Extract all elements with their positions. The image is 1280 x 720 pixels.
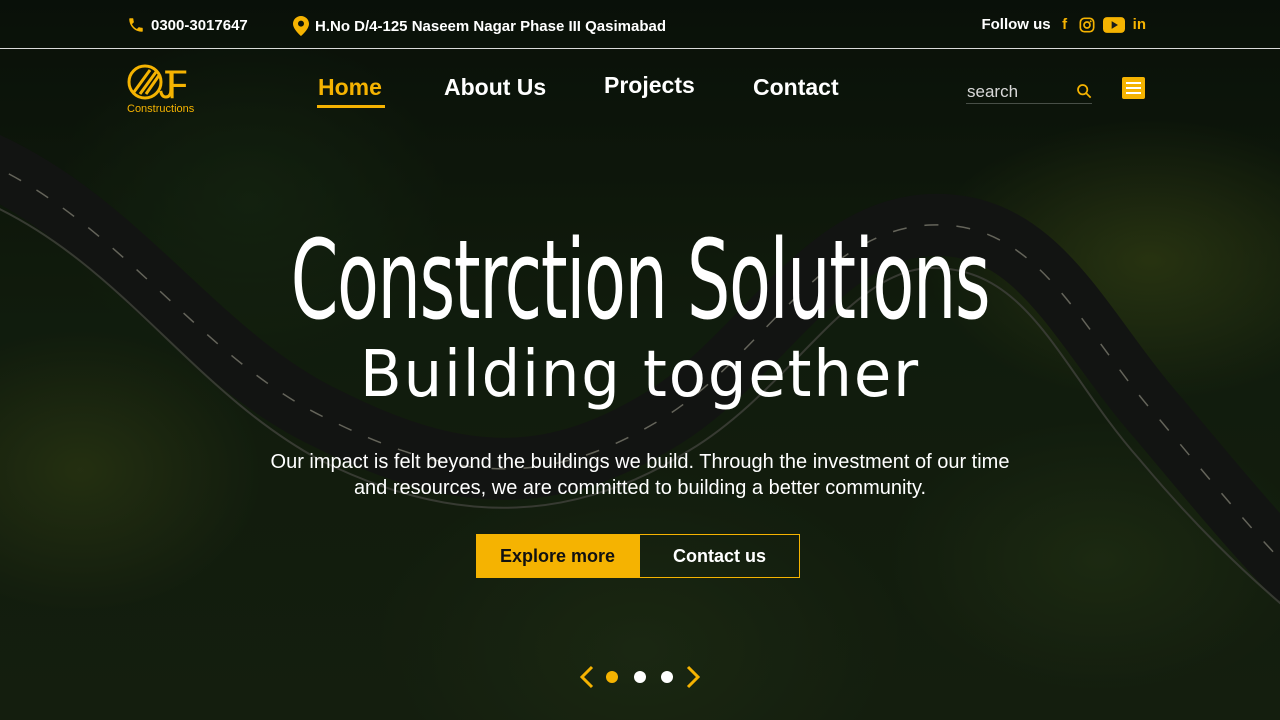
facebook-icon[interactable]: f — [1059, 16, 1071, 33]
hero-subtitle: Building together — [359, 338, 921, 412]
search-box — [966, 80, 1092, 104]
phone-contact[interactable]: 0300-3017647 — [127, 16, 248, 34]
youtube-icon[interactable] — [1102, 16, 1125, 33]
nav-projects[interactable]: Projects — [604, 72, 695, 99]
address-contact: H.No D/4-125 Naseem Nagar Phase III Qasi… — [293, 16, 666, 36]
menu-line — [1126, 82, 1141, 84]
social-links: Follow us f in — [981, 16, 1146, 33]
nav-contact[interactable]: Contact — [753, 74, 839, 101]
location-pin-icon — [293, 16, 309, 36]
slider-controls — [578, 664, 704, 690]
instagram-icon[interactable] — [1079, 17, 1095, 33]
slide-dot-3[interactable] — [661, 671, 673, 683]
svg-text:JF: JF — [159, 62, 188, 104]
menu-line — [1126, 92, 1141, 94]
chevron-right-icon[interactable] — [684, 664, 702, 690]
search-input[interactable] — [966, 80, 1066, 104]
nav-home[interactable]: Home — [318, 74, 382, 101]
active-nav-indicator — [317, 105, 385, 108]
phone-number: 0300-3017647 — [151, 16, 248, 34]
chevron-left-icon[interactable] — [578, 664, 596, 690]
phone-icon — [129, 18, 143, 32]
hero-title: Constrction Solutions — [290, 216, 991, 344]
contact-us-button[interactable]: Contact us — [639, 534, 800, 578]
logo-text: Constructions — [127, 103, 195, 115]
hamburger-menu-button[interactable] — [1122, 77, 1145, 99]
address-text: H.No D/4-125 Naseem Nagar Phase III Qasi… — [315, 17, 666, 35]
nav-about-us[interactable]: About Us — [444, 74, 546, 101]
explore-more-button[interactable]: Explore more — [476, 534, 639, 578]
slide-dot-2[interactable] — [634, 671, 646, 683]
slide-dot-1[interactable] — [606, 671, 618, 683]
search-icon[interactable] — [1076, 83, 1092, 99]
hero-paragraph: Our impact is felt beyond the buildings … — [270, 451, 1010, 499]
follow-label: Follow us — [981, 16, 1051, 33]
linkedin-icon[interactable]: in — [1133, 16, 1146, 33]
logo-mark: JF — [127, 62, 188, 107]
top-bar: 0300-3017647 H.No D/4-125 Naseem Nagar P… — [0, 0, 1280, 49]
menu-line — [1126, 87, 1141, 89]
